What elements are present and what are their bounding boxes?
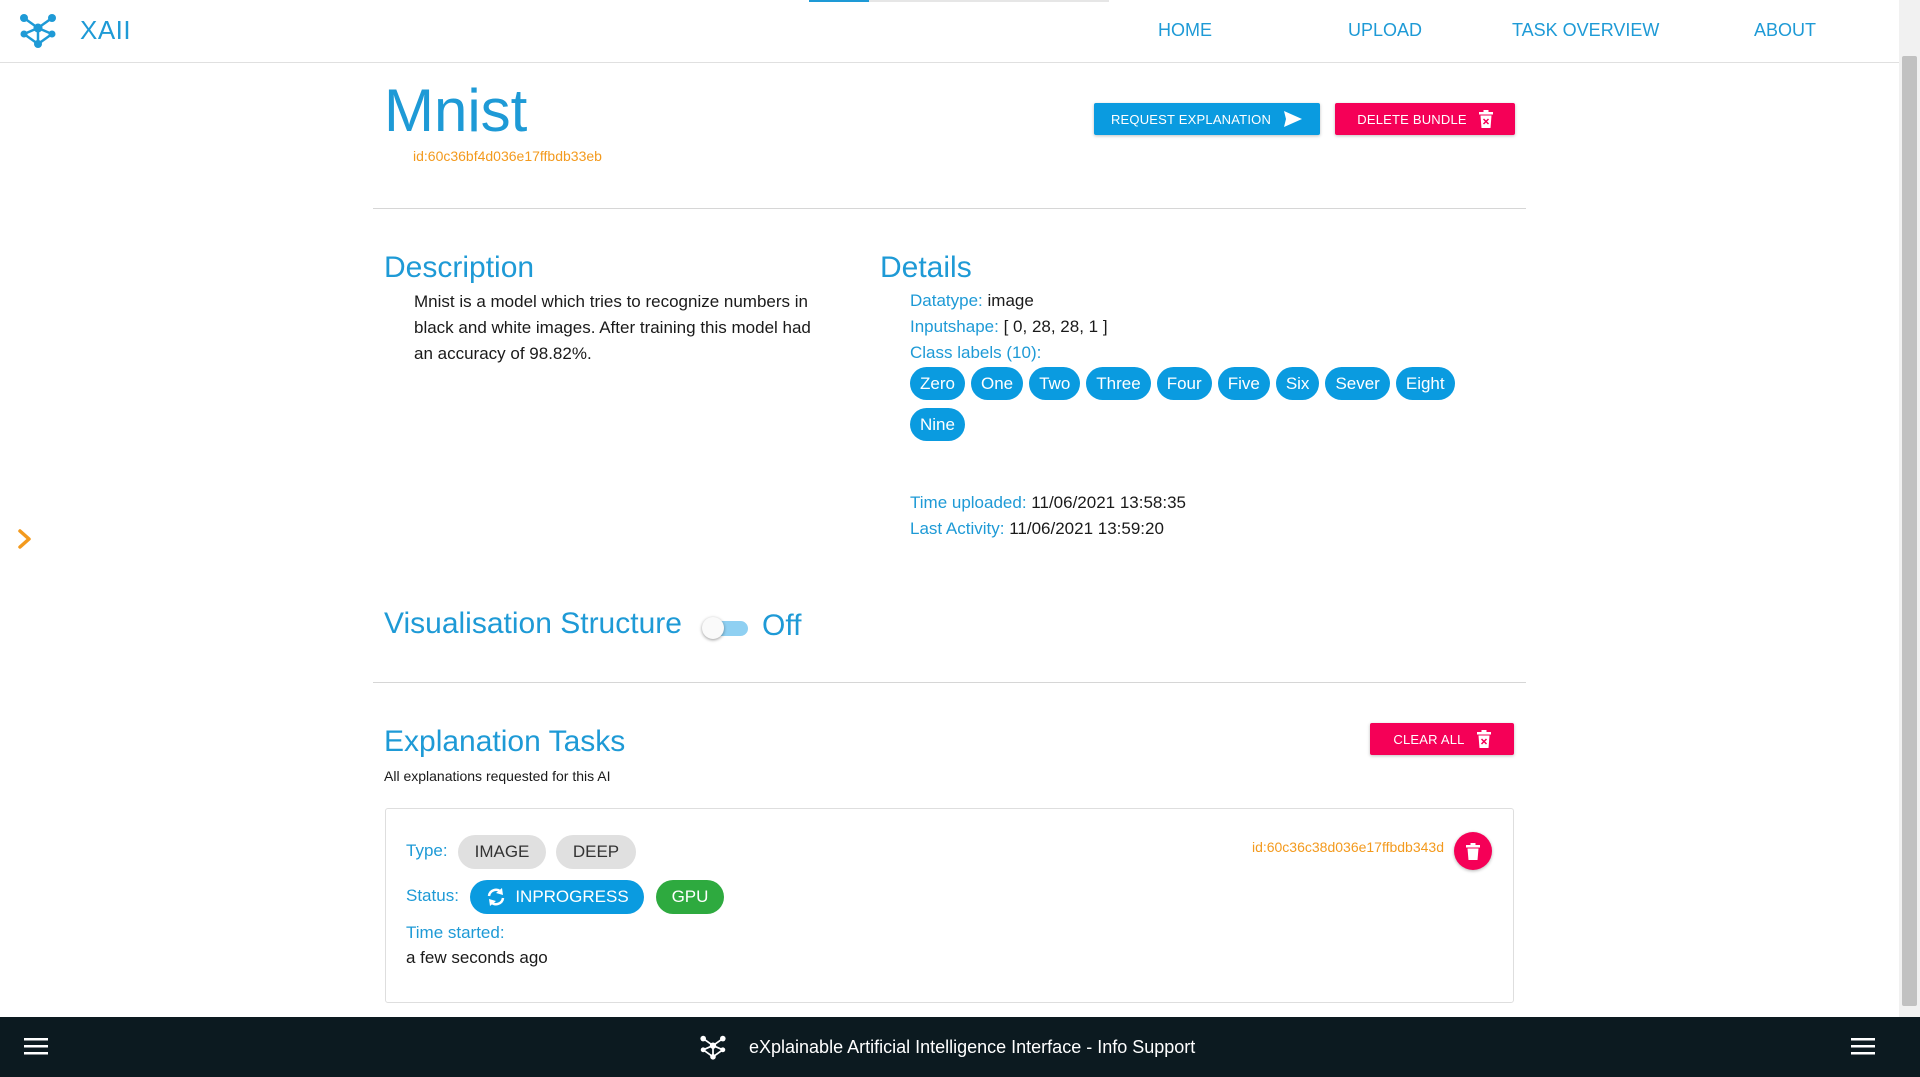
footer-brand: eXplainable Artificial Intelligence Inte… [699,1033,1195,1061]
task-type-chip: DEEP [556,835,636,869]
request-explanation-button[interactable]: REQUEST EXPLANATION [1094,103,1320,135]
nav-upload[interactable]: UPLOAD [1348,20,1422,41]
class-chip-eight[interactable]: Eight [1395,367,1455,400]
top-navbar: XAII HOME UPLOAD TASK OVERVIEW ABOUT [0,0,1899,63]
sync-icon [488,888,505,906]
detail-class-labels-key: Class labels (10): [910,343,1042,362]
menu-icon [24,1038,48,1055]
task-started-value: a few seconds ago [406,948,548,967]
scrollbar-thumb[interactable] [1902,56,1917,1006]
brand[interactable]: XAII [18,10,131,50]
class-chip-seven[interactable]: Sever [1325,367,1390,400]
nav-task-overview[interactable]: TASK OVERVIEW [1512,20,1659,41]
detail-class-labels: Class labels (10): [910,343,1041,363]
nav-about[interactable]: ABOUT [1754,20,1816,41]
footer-menu-right[interactable] [1851,1036,1875,1061]
visualisation-heading: Visualisation Structure [384,607,682,640]
visualisation-toggle[interactable] [702,617,748,639]
detail-inputshape-value: [ 0, 28, 28, 1 ] [1003,317,1108,336]
details-heading: Details [880,251,972,284]
nav-tab-indicator-active [809,0,869,2]
clear-all-label: CLEAR ALL [1393,731,1465,747]
tasks-heading: Explanation Tasks [384,725,626,758]
section-divider [373,682,1526,683]
clear-all-button[interactable]: CLEAR ALL [1370,723,1514,755]
class-chip-one[interactable]: One [970,367,1024,400]
delete-task-button[interactable] [1454,832,1492,870]
nav-tab-indicator [809,0,1109,2]
detail-time-uploaded-key: Time uploaded: [910,493,1027,512]
description-heading: Description [384,251,535,284]
bundle-id: id:60c36bf4d036e17ffbdb33eb [413,148,602,164]
class-chip-five[interactable]: Five [1217,367,1270,400]
detail-time-uploaded-value: 11/06/2021 13:58:35 [1031,493,1187,512]
detail-inputshape: Inputshape: [ 0, 28, 28, 1 ] [910,317,1108,337]
detail-datatype-key: Datatype: [910,291,983,310]
delete-bundle-label: DELETE BUNDLE [1357,111,1467,127]
page-scrollbar[interactable] [1899,0,1920,1017]
task-id: id:60c36c38d036e17ffbdb343d [1251,839,1444,855]
detail-last-activity-value: 11/06/2021 13:59:20 [1009,519,1164,538]
class-chip-three[interactable]: Three [1086,367,1151,400]
class-chip-nine[interactable]: Nine [910,408,965,441]
xaii-logo-icon [700,1035,726,1060]
trash-icon [1478,110,1493,128]
footer-menu-left[interactable] [24,1036,48,1061]
section-divider [373,208,1526,209]
task-started-key: Time started: [406,923,505,942]
task-device-badge: GPU [656,880,724,914]
visualisation-state: Off [762,609,802,642]
menu-icon [1851,1038,1875,1055]
class-label-chips: Zero One Two Three Four Five Six Sever E… [910,367,1470,441]
detail-last-activity-key: Last Activity: [910,519,1005,538]
detail-datatype: Datatype: image [910,291,1034,311]
description-text: Mnist is a model which tries to recogniz… [414,292,811,363]
page-title: Mnist [384,77,528,144]
trash-icon [1476,730,1491,748]
task-status-label: INPROGRESS [515,887,629,906]
request-explanation-label: REQUEST EXPLANATION [1110,111,1272,127]
class-chip-two[interactable]: Two [1029,367,1081,400]
toggle-knob [702,617,724,639]
class-chip-zero[interactable]: Zero [910,367,965,400]
footer-text: eXplainable Artificial Intelligence Inte… [749,1036,1196,1057]
nav-home[interactable]: HOME [1158,20,1212,41]
chevron-right-icon [18,529,31,549]
task-type-chip: IMAGE [458,835,546,869]
footer-bar: eXplainable Artificial Intelligence Inte… [0,1017,1920,1077]
task-status-badge: INPROGRESS [470,880,644,914]
detail-datatype-value: image [987,291,1034,310]
send-icon [1284,111,1303,127]
task-card: Type: IMAGE DEEP Status: INPROGRESS GPU … [385,808,1514,1003]
task-status-key: Status: [406,886,459,905]
xaii-logo-icon [20,14,56,48]
sidebar-toggle[interactable] [15,527,35,556]
delete-bundle-button[interactable]: DELETE BUNDLE [1335,103,1515,135]
trash-icon [1466,842,1480,860]
tasks-subtitle: All explanations requested for this AI [384,768,611,784]
class-chip-four[interactable]: Four [1156,367,1212,400]
class-chip-six[interactable]: Six [1275,367,1320,400]
detail-last-activity: Last Activity: 11/06/2021 13:59:20 [910,519,1164,539]
app-name: XAII [80,14,132,45]
task-type-key: Type: [406,841,448,860]
detail-inputshape-key: Inputshape: [910,317,999,336]
detail-time-uploaded: Time uploaded: 11/06/2021 13:58:35 [910,493,1186,513]
